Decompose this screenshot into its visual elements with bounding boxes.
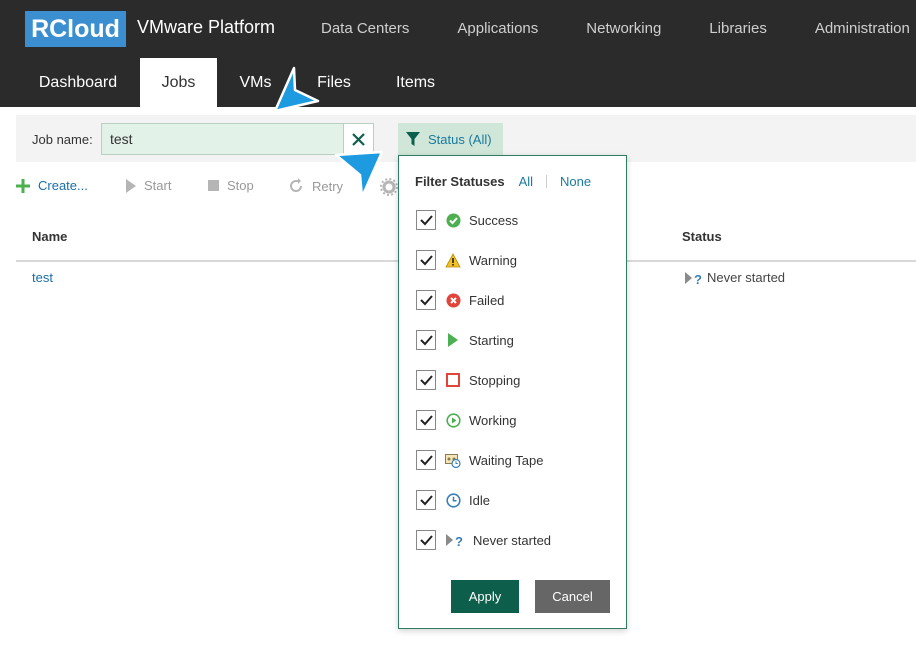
status-label-idle: Idle <box>469 492 490 508</box>
starting-icon <box>448 333 458 347</box>
checkmark-icon <box>419 294 433 305</box>
status-option-never-started[interactable]: ? Never started <box>416 530 551 550</box>
idle-icon <box>445 492 461 508</box>
status-label-success: Success <box>469 212 519 228</box>
checkbox-warning[interactable] <box>416 250 436 270</box>
checkbox-working[interactable] <box>416 410 436 430</box>
checkbox-stopping[interactable] <box>416 370 436 390</box>
stopping-icon <box>446 373 460 387</box>
filter-icon <box>406 132 420 146</box>
checkbox-never-started[interactable] <box>416 530 436 550</box>
checkmark-icon <box>419 534 433 545</box>
top-header: RCloud VMware Platform Data Centers Appl… <box>0 0 916 58</box>
checkmark-icon <box>419 374 433 385</box>
stop-label: Stop <box>227 178 254 193</box>
never-started-icon: ? <box>446 534 463 547</box>
job-status-text: Never started <box>707 270 786 285</box>
checkmark-icon <box>419 334 433 345</box>
top-nav: Data Centers Applications Networking Lib… <box>321 20 916 37</box>
create-button[interactable]: Create... <box>16 178 88 193</box>
status-label-working: Working <box>469 412 517 428</box>
checkbox-waiting-tape[interactable] <box>416 450 436 470</box>
rcloud-logo[interactable]: RCloud <box>25 11 126 47</box>
status-option-starting[interactable]: Starting <box>416 330 514 350</box>
column-header-name[interactable]: Name <box>32 229 67 244</box>
job-name-input[interactable] <box>101 123 344 155</box>
waiting-tape-icon <box>445 453 461 468</box>
retry-icon <box>290 178 302 192</box>
svg-text:?: ? <box>694 272 702 285</box>
tab-jobs[interactable]: Jobs <box>140 58 217 107</box>
checkbox-success[interactable] <box>416 210 436 230</box>
status-label-starting: Starting <box>469 332 514 348</box>
checkbox-failed[interactable] <box>416 290 436 310</box>
close-icon <box>352 132 365 146</box>
app-title: VMware Platform <box>137 17 276 37</box>
working-icon <box>445 412 461 428</box>
status-label-failed: Failed <box>469 292 505 308</box>
column-header-status[interactable]: Status <box>682 229 722 244</box>
checkmark-icon <box>419 414 433 425</box>
status-filter-button[interactable]: Status (All) <box>398 123 503 155</box>
select-all-link[interactable]: All <box>519 174 533 189</box>
cursor-arrow-icon <box>273 66 320 113</box>
status-option-warning[interactable]: Warning <box>416 250 517 270</box>
status-label-stopping: Stopping <box>469 372 521 388</box>
status-option-stopping[interactable]: Stopping <box>416 370 520 390</box>
status-option-success[interactable]: Success <box>416 210 518 230</box>
cancel-button[interactable]: Cancel <box>535 580 610 613</box>
checkmark-icon <box>419 254 433 265</box>
nav-data-centers[interactable]: Data Centers <box>321 20 409 37</box>
play-icon <box>126 178 136 193</box>
plus-icon <box>16 178 30 193</box>
start-button[interactable]: Start <box>126 178 171 193</box>
status-option-working[interactable]: Working <box>416 410 516 430</box>
status-label-never-started: Never started <box>473 532 552 548</box>
stop-icon <box>208 180 219 191</box>
start-label: Start <box>144 178 172 193</box>
checkbox-starting[interactable] <box>416 330 436 350</box>
job-name-link[interactable]: test <box>32 270 53 285</box>
never-started-icon: ? <box>685 271 702 285</box>
svg-text:?: ? <box>455 534 463 547</box>
failed-icon <box>446 293 460 307</box>
nav-libraries[interactable]: Libraries <box>709 20 767 37</box>
status-filter-label: Status (All) <box>428 131 492 147</box>
link-separator <box>546 175 548 188</box>
status-label-waiting-tape: Waiting Tape <box>469 452 544 468</box>
popup-title: Filter Statuses <box>415 174 505 189</box>
stop-button[interactable]: Stop <box>208 178 254 193</box>
nav-applications[interactable]: Applications <box>457 20 538 37</box>
sub-nav: Dashboard Jobs VMs Files Items <box>0 58 916 107</box>
success-icon <box>446 213 460 227</box>
tab-dashboard[interactable]: Dashboard <box>16 58 140 107</box>
checkmark-icon <box>419 454 433 465</box>
nav-networking[interactable]: Networking <box>586 20 661 37</box>
cursor-arrow-icon <box>334 150 384 199</box>
warning-icon <box>445 252 461 267</box>
checkmark-icon <box>419 494 433 505</box>
status-option-idle[interactable]: Idle <box>416 490 490 510</box>
status-filter-popup: Filter Statuses All None Success Warning… <box>398 155 627 629</box>
select-none-link[interactable]: None <box>560 174 591 189</box>
job-status-cell: ? Never started <box>684 270 785 285</box>
checkbox-idle[interactable] <box>416 490 436 510</box>
nav-administration[interactable]: Administration <box>815 20 910 37</box>
status-option-failed[interactable]: Failed <box>416 290 504 310</box>
tab-items[interactable]: Items <box>374 58 457 107</box>
logo-text: RCloud <box>31 14 120 43</box>
status-label-warning: Warning <box>469 252 517 268</box>
create-label: Create... <box>38 178 88 193</box>
checkmark-icon <box>419 214 433 225</box>
status-option-waiting-tape[interactable]: Waiting Tape <box>416 450 543 470</box>
popup-header: Filter Statuses All None <box>415 174 591 189</box>
job-name-label: Job name: <box>32 132 93 147</box>
apply-button[interactable]: Apply <box>451 580 519 613</box>
